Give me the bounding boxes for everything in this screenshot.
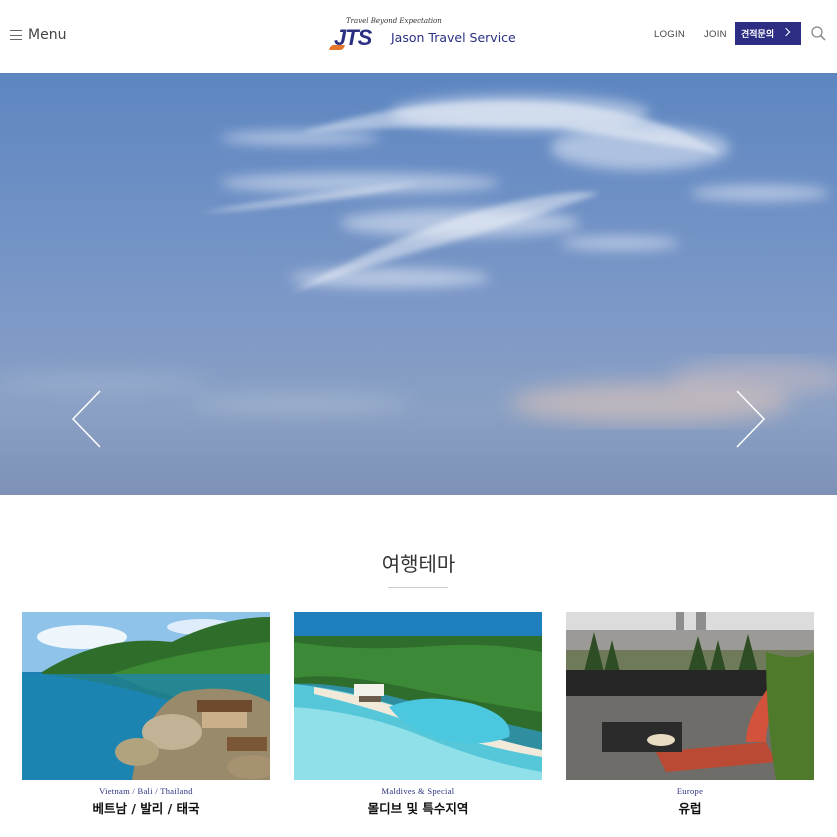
site-header: Menu Travel Beyond Expectation JTS Jason… — [0, 0, 837, 73]
title-divider — [388, 587, 448, 588]
hero-slider[interactable] — [0, 73, 837, 495]
theme-title: 유럽 — [678, 801, 702, 816]
logo-name: Jason Travel Service — [391, 30, 516, 45]
theme-image-maldives — [294, 612, 542, 780]
login-link[interactable]: LOGIN — [654, 29, 685, 40]
logo-tagline: Travel Beyond Expectation — [346, 17, 442, 25]
theme-subtitle: Maldives & Special — [381, 786, 455, 796]
theme-image-europe — [566, 612, 814, 780]
next-arrow-icon[interactable] — [731, 389, 767, 449]
quote-request-label: 견적문의 — [741, 29, 775, 39]
site-logo[interactable]: Travel Beyond Expectation JTS Jason Trav… — [328, 17, 516, 57]
join-link[interactable]: JOIN — [704, 29, 727, 40]
quote-request-button[interactable]: 견적문의 — [735, 22, 801, 45]
theme-subtitle: Vietnam / Bali / Thailand — [99, 786, 193, 796]
logo-mark: JTS — [334, 25, 372, 50]
theme-subtitle: Europe — [676, 786, 704, 796]
sky-image — [0, 95, 837, 423]
theme-card-maldives[interactable]: Maldives & Special 몰디브 및 특수지역 — [294, 612, 542, 817]
hamburger-icon — [10, 30, 22, 40]
theme-image-asia — [22, 612, 270, 780]
menu-label: Menu — [28, 27, 67, 43]
prev-arrow-icon[interactable] — [70, 389, 106, 449]
section-title: 여행테마 — [381, 552, 456, 576]
theme-title: 베트남 / 발리 / 태국 — [92, 801, 200, 816]
theme-card-asia[interactable]: Vietnam / Bali / Thailand 베트남 / 발리 / 태국 — [22, 612, 270, 817]
theme-title: 몰디브 및 특수지역 — [367, 801, 469, 816]
theme-card-europe[interactable]: Europe 유럽 — [566, 612, 814, 817]
chevron-right-icon — [781, 27, 791, 37]
menu-button[interactable]: Menu — [10, 27, 66, 43]
search-icon[interactable] — [811, 26, 826, 41]
